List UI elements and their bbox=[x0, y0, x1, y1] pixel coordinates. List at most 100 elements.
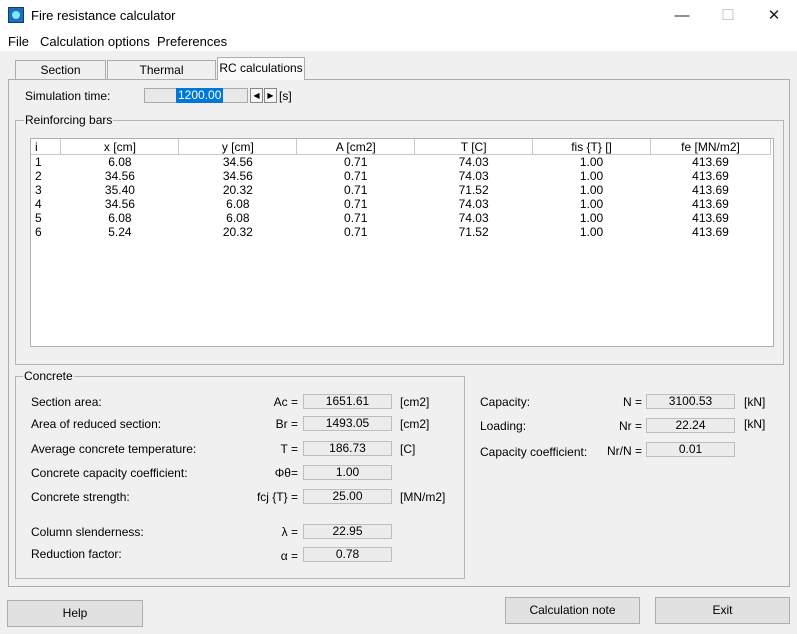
column-header[interactable]: T [C] bbox=[414, 139, 534, 155]
table-cell: 34.56 bbox=[104, 169, 135, 183]
table-cell: 413.69 bbox=[692, 169, 729, 183]
table-cell: 0.71 bbox=[344, 183, 368, 197]
table-row[interactable]: 6 5.24 20.32 0.71 71.52 1.00 413.69 bbox=[31, 225, 771, 239]
table-cell: 6 bbox=[35, 225, 42, 239]
window-title: Fire resistance calculator bbox=[31, 8, 176, 23]
avg-temperature-symbol: T = bbox=[280, 442, 298, 456]
capacity-coeff-symbol: Nr/N = bbox=[606, 444, 642, 458]
table-row[interactable]: 4 34.56 6.08 0.71 74.03 1.00 413.69 bbox=[31, 197, 771, 211]
table-cell: 6.08 bbox=[226, 211, 250, 225]
capacity-coeff-label: Capacity coefficient: bbox=[480, 445, 588, 459]
capacity-value: 3100.53 bbox=[646, 394, 735, 409]
table-cell: 413.69 bbox=[692, 183, 729, 197]
spin-left-icon[interactable]: ◀ bbox=[250, 88, 263, 103]
capacity-symbol: N = bbox=[622, 395, 642, 409]
section-area-unit: [cm2] bbox=[400, 395, 430, 409]
table-cell: 413.69 bbox=[692, 197, 729, 211]
table-cell: 20.32 bbox=[222, 225, 253, 239]
calculation-note-button[interactable]: Calculation note bbox=[505, 597, 640, 624]
simulation-time-unit: [s] bbox=[279, 89, 292, 103]
table-cell: 71.52 bbox=[458, 225, 489, 239]
concrete-title: Concrete bbox=[23, 369, 74, 383]
table-row[interactable]: 1 6.08 34.56 0.71 74.03 1.00 413.69 bbox=[31, 155, 771, 170]
column-header[interactable]: fis {T} [] bbox=[532, 139, 651, 155]
column-header[interactable]: y [cm] bbox=[178, 139, 298, 155]
column-header[interactable]: i bbox=[31, 139, 62, 155]
table-cell: 5.24 bbox=[108, 225, 132, 239]
table-cell: 20.32 bbox=[222, 183, 253, 197]
exit-button[interactable]: Exit bbox=[655, 597, 790, 624]
concrete-strength-label: Concrete strength: bbox=[31, 490, 130, 504]
column-header[interactable]: x [cm] bbox=[60, 139, 180, 155]
table-cell: 74.03 bbox=[458, 169, 489, 183]
table-cell: 74.03 bbox=[458, 197, 489, 211]
tab-section-definition[interactable]: Section definition bbox=[15, 60, 106, 95]
table-cell: 34.56 bbox=[104, 197, 135, 211]
loading-unit: [kN] bbox=[744, 417, 766, 431]
table-cell: 1.00 bbox=[579, 183, 604, 197]
table-cell: 2 bbox=[35, 169, 42, 183]
tab-thermal-calculations[interactable]: Thermal Calculations bbox=[107, 60, 216, 95]
loading-label: Loading: bbox=[480, 419, 527, 433]
table-cell: 6.08 bbox=[108, 211, 132, 225]
table-cell: 6.08 bbox=[108, 155, 132, 169]
concrete-strength-symbol: fcj {T} = bbox=[256, 490, 298, 504]
table-cell: 6.08 bbox=[226, 197, 250, 211]
reinforcing-bars-table[interactable]: ix [cm] y [cm] A [cm2] T [C] fis {T} [] fe [M… bbox=[30, 138, 774, 347]
reduction-factor-symbol: α = bbox=[280, 549, 298, 563]
table-cell: 5 bbox=[35, 211, 42, 225]
maximize-button[interactable]: ☐ bbox=[705, 0, 751, 31]
section-area-value: 1651.61 bbox=[303, 394, 392, 409]
avg-temperature-unit: [C] bbox=[400, 442, 416, 456]
minimize-button[interactable]: — bbox=[659, 0, 705, 31]
column-header[interactable]: A [cm2] bbox=[296, 139, 416, 155]
column-header[interactable]: fe [MN/m2] bbox=[650, 139, 771, 155]
menu-calculation-options[interactable]: Calculation options bbox=[40, 34, 150, 49]
menu-preferences[interactable]: Preferences bbox=[157, 34, 227, 49]
table-cell: 0.71 bbox=[344, 211, 368, 225]
close-button[interactable]: ✕ bbox=[751, 0, 797, 31]
capacity-label: Capacity: bbox=[480, 395, 531, 409]
reduction-factor-label: Reduction factor: bbox=[31, 547, 122, 561]
column-slenderness-symbol: λ = bbox=[281, 525, 298, 539]
capacity-coefficient-value: 1.00 bbox=[303, 465, 392, 480]
reduction-factor-value: 0.78 bbox=[303, 547, 392, 562]
reduced-section-value: 1493.05 bbox=[303, 416, 392, 431]
table-row[interactable]: 2 34.56 34.56 0.71 74.03 1.00 413.69 bbox=[31, 169, 771, 183]
section-area-symbol: Ac = bbox=[273, 395, 298, 409]
tab-rc-calculations[interactable]: RC calculations bbox=[217, 57, 305, 80]
simulation-time-label: Simulation time: bbox=[25, 89, 111, 103]
table-cell: 34.56 bbox=[222, 169, 253, 183]
simulation-time-input[interactable]: 1200.00 bbox=[176, 88, 224, 103]
reduced-section-symbol: Br = bbox=[275, 417, 298, 431]
table-cell: 413.69 bbox=[692, 225, 729, 239]
concrete-strength-unit: [MN/m2] bbox=[400, 490, 446, 504]
table-row[interactable]: 5 6.08 6.08 0.71 74.03 1.00 413.69 bbox=[31, 211, 771, 225]
table-cell: 34.56 bbox=[222, 155, 253, 169]
table-cell: 413.69 bbox=[692, 155, 729, 169]
table-cell: 1.00 bbox=[579, 197, 604, 211]
loading-symbol: Nr = bbox=[618, 419, 642, 433]
table-cell: 4 bbox=[35, 197, 42, 211]
reduced-section-unit: [cm2] bbox=[400, 417, 430, 431]
menu-file[interactable]: File bbox=[8, 34, 29, 49]
concrete-strength-value: 25.00 bbox=[303, 489, 392, 504]
column-slenderness-value: 22.95 bbox=[303, 524, 392, 539]
table-cell: 0.71 bbox=[344, 155, 368, 169]
table-cell: 3 bbox=[35, 183, 42, 197]
spin-right-icon[interactable]: ▶ bbox=[264, 88, 277, 103]
table-cell: 74.03 bbox=[458, 155, 489, 169]
table-cell: 35.40 bbox=[104, 183, 135, 197]
table-cell: 74.03 bbox=[458, 211, 489, 225]
reinforcing-bars-title: Reinforcing bars bbox=[24, 113, 114, 127]
table-row[interactable]: 3 35.40 20.32 0.71 71.52 1.00 413.69 bbox=[31, 183, 771, 197]
table-cell: 1 bbox=[35, 155, 42, 169]
table-cell: 1.00 bbox=[579, 225, 604, 239]
capacity-unit: [kN] bbox=[744, 395, 766, 409]
capacity-coeff-value: 0.01 bbox=[646, 442, 735, 457]
table-cell: 71.52 bbox=[458, 183, 489, 197]
help-button[interactable]: Help bbox=[7, 600, 143, 627]
table-cell: 0.71 bbox=[344, 197, 368, 211]
table-cell: 413.69 bbox=[692, 211, 729, 225]
loading-value: 22.24 bbox=[646, 418, 735, 433]
